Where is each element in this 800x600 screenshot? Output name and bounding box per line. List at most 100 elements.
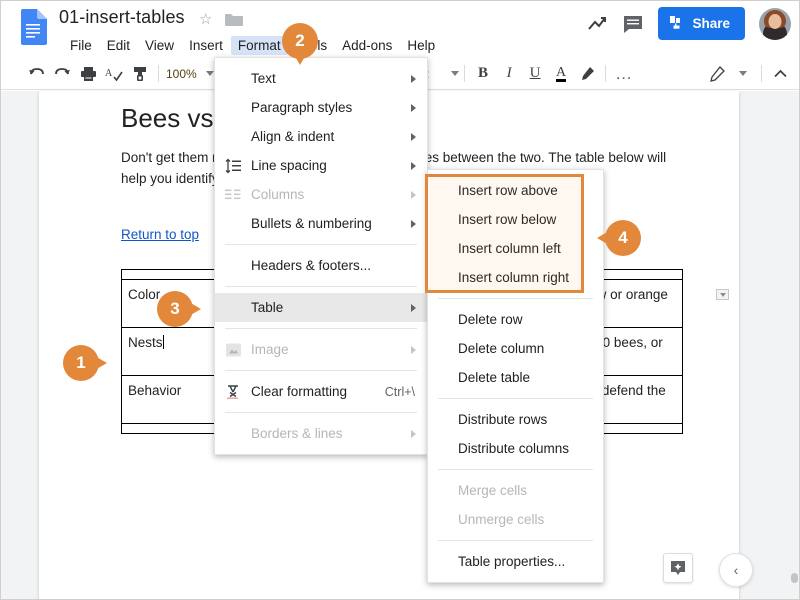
menu-item-paragraph-styles[interactable]: Paragraph styles bbox=[215, 93, 427, 122]
page-title: Bees vs. bbox=[121, 103, 221, 133]
menu-separator bbox=[225, 412, 417, 413]
menu-separator bbox=[438, 298, 593, 299]
menu-item-delete-column[interactable]: Delete column bbox=[428, 334, 603, 363]
vertical-scrollbar[interactable] bbox=[788, 181, 799, 599]
callout-number: 1 bbox=[63, 345, 99, 381]
menu-item-borders-lines: Borders & lines bbox=[215, 419, 427, 448]
menu-help[interactable]: Help bbox=[400, 36, 442, 55]
chevron-up-icon[interactable] bbox=[767, 62, 793, 86]
highlight-pen-icon[interactable] bbox=[574, 62, 600, 86]
star-icon[interactable]: ☆ bbox=[199, 12, 212, 27]
menu-item-align-indent[interactable]: Align & indent bbox=[215, 122, 427, 151]
menu-item-distribute-columns[interactable]: Distribute columns bbox=[428, 434, 603, 463]
menu-item-line-spacing[interactable]: Line spacing bbox=[215, 151, 427, 180]
menu-item-insert-row-below[interactable]: Insert row below bbox=[428, 205, 603, 234]
print-icon[interactable] bbox=[75, 62, 101, 86]
menu-item-columns: Columns bbox=[215, 180, 427, 209]
menu-item-merge-cells: Merge cells bbox=[458, 483, 528, 498]
menu-addons[interactable]: Add-ons bbox=[335, 36, 399, 55]
menu-separator bbox=[438, 469, 593, 470]
menu-edit[interactable]: Edit bbox=[100, 36, 137, 55]
chevron-down-icon bbox=[451, 71, 460, 76]
chevron-right-icon bbox=[411, 345, 416, 354]
document-title[interactable]: 01-insert-tables bbox=[59, 7, 185, 28]
pencil-icon[interactable] bbox=[704, 62, 730, 86]
explore-button[interactable] bbox=[663, 553, 693, 583]
return-to-top-link[interactable]: Return to top bbox=[121, 227, 199, 242]
callout-marker-3: 3 bbox=[157, 291, 201, 327]
menu-item-insert-column-left[interactable]: Insert column left bbox=[428, 234, 603, 263]
undo-icon[interactable] bbox=[23, 62, 49, 86]
share-lock-icon bbox=[669, 14, 685, 33]
menu-file[interactable]: File bbox=[63, 36, 99, 55]
callout-number: 4 bbox=[605, 220, 641, 256]
image-icon bbox=[225, 341, 242, 358]
app-header: 01-insert-tables ☆ File Edit View Insert… bbox=[1, 1, 799, 58]
menu-item-unmerge-cells: Unmerge cells bbox=[458, 512, 545, 527]
italic-button[interactable]: I bbox=[496, 62, 522, 86]
folder-icon[interactable] bbox=[225, 13, 243, 27]
redo-icon[interactable] bbox=[49, 62, 75, 86]
user-avatar[interactable] bbox=[759, 7, 791, 40]
chevron-right-icon bbox=[411, 190, 416, 199]
text-color-button[interactable]: A bbox=[548, 62, 574, 86]
edit-mode-chevron-down-icon[interactable] bbox=[730, 62, 756, 86]
paint-format-icon[interactable] bbox=[127, 62, 153, 86]
google-docs-window: 01-insert-tables ☆ File Edit View Insert… bbox=[0, 0, 800, 600]
zoom-select[interactable]: 100% bbox=[164, 67, 216, 81]
chevron-right-icon bbox=[411, 303, 416, 312]
table-submenu[interactable]: Insert row above Insert row below Insert… bbox=[427, 169, 604, 583]
callout-marker-2: 2 bbox=[282, 23, 318, 65]
avatar-face bbox=[768, 13, 782, 29]
chevron-right-icon bbox=[411, 103, 416, 112]
chevron-right-icon bbox=[411, 132, 416, 141]
menu-item-headers-footers[interactable]: Headers & footers... bbox=[215, 251, 427, 280]
share-label: Share bbox=[692, 16, 730, 31]
chevron-right-icon bbox=[411, 74, 416, 83]
toolbar-divider-2 bbox=[464, 65, 466, 82]
chevron-left-icon[interactable]: ‹ bbox=[719, 553, 753, 587]
menu-view[interactable]: View bbox=[138, 36, 181, 55]
table-cell-dropdown-icon[interactable] bbox=[716, 289, 729, 300]
more-options-button[interactable]: … bbox=[611, 62, 637, 86]
menu-separator bbox=[438, 398, 593, 399]
menu-bar: File Edit View Insert Format Tools Add-o… bbox=[63, 35, 443, 55]
menu-item-bullets-numbering[interactable]: Bullets & numbering bbox=[215, 209, 427, 238]
svg-text:A: A bbox=[105, 68, 113, 79]
activity-trend-icon[interactable] bbox=[586, 13, 608, 35]
menu-insert[interactable]: Insert bbox=[182, 36, 230, 55]
menu-item-insert-column-right[interactable]: Insert column right bbox=[428, 263, 603, 292]
menu-format[interactable]: Format bbox=[230, 35, 288, 55]
header-actions: Share bbox=[586, 7, 791, 40]
menu-separator bbox=[225, 370, 417, 371]
menu-item-text[interactable]: Text bbox=[215, 64, 427, 93]
menu-separator bbox=[225, 286, 417, 287]
callout-marker-4: 4 bbox=[597, 220, 641, 256]
docs-logo-icon bbox=[19, 9, 47, 45]
menu-item-table[interactable]: Table bbox=[215, 293, 427, 322]
toolbar-divider-1 bbox=[158, 65, 159, 82]
share-button[interactable]: Share bbox=[658, 7, 745, 40]
callout-number: 2 bbox=[282, 23, 318, 59]
scrollbar-thumb[interactable] bbox=[791, 573, 798, 583]
menu-item-table-properties[interactable]: Table properties... bbox=[428, 547, 603, 576]
menu-item-clear-formatting[interactable]: Clear formatting Ctrl+\ bbox=[215, 377, 427, 406]
comment-icon[interactable] bbox=[622, 13, 644, 35]
menu-item-delete-table[interactable]: Delete table bbox=[428, 363, 603, 392]
bold-button[interactable]: B bbox=[470, 62, 496, 86]
clear-formatting-icon bbox=[225, 383, 242, 400]
line-spacing-icon bbox=[225, 157, 242, 174]
underline-button[interactable]: U bbox=[522, 62, 548, 86]
chevron-right-icon bbox=[411, 429, 416, 438]
spellcheck-icon[interactable]: A bbox=[101, 62, 127, 86]
toolbar-divider-3 bbox=[605, 65, 607, 82]
menu-item-delete-row[interactable]: Delete row bbox=[428, 305, 603, 334]
menu-shortcut: Ctrl+\ bbox=[384, 384, 415, 399]
toolbar-divider-4 bbox=[761, 65, 762, 82]
chevron-right-icon bbox=[411, 161, 416, 170]
chevron-down-icon bbox=[205, 71, 214, 76]
menu-item-distribute-rows[interactable]: Distribute rows bbox=[428, 405, 603, 434]
menu-item-insert-row-above[interactable]: Insert row above bbox=[428, 176, 603, 205]
format-dropdown-menu[interactable]: Text Paragraph styles Align & indent Lin… bbox=[214, 57, 428, 455]
menu-item-image: Image bbox=[215, 335, 427, 364]
